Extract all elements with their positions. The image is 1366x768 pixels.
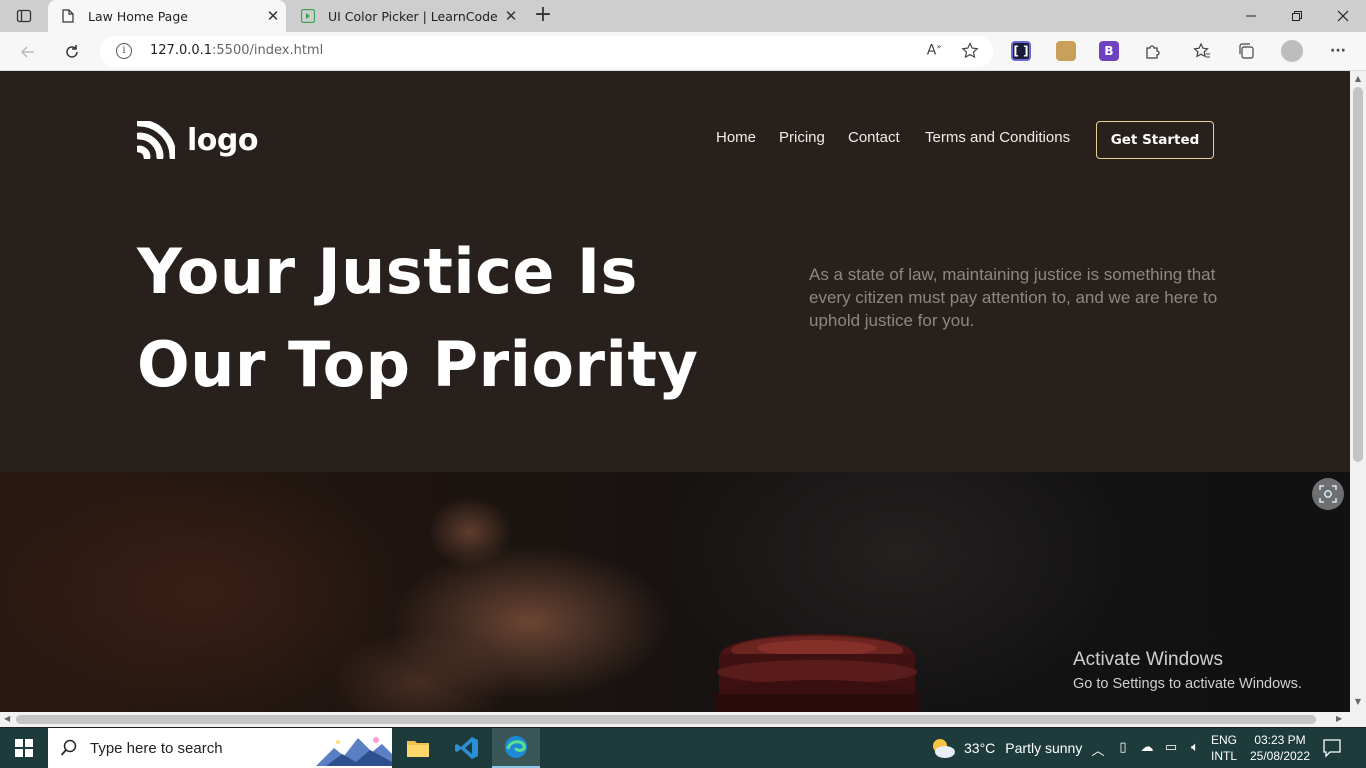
site-info-icon[interactable]: i [116, 43, 132, 59]
minimize-icon [1246, 15, 1256, 17]
hero-section: logo Home Pricing Contact Terms and Cond… [0, 71, 1350, 472]
tab-title: Law Home Page [88, 8, 188, 24]
address-bar[interactable]: i 127.0.0.1:5500/index.html A» [100, 36, 993, 67]
nav-home[interactable]: Home [716, 129, 756, 146]
volume-icon[interactable]: 🔈︎ [1186, 740, 1204, 755]
notification-icon [1323, 739, 1341, 758]
notifications-button[interactable] [1322, 738, 1342, 758]
activate-windows-watermark: Activate Windows Go to Settings to activ… [1073, 649, 1302, 692]
system-clock[interactable]: 03:23 PM 25/08/2022 [1246, 732, 1314, 764]
gavel-image [715, 634, 919, 712]
visual-search-button[interactable] [1312, 478, 1344, 510]
site-logo[interactable]: logo [137, 121, 258, 159]
get-started-button[interactable]: Get Started [1096, 121, 1214, 159]
hero-headline: Your Justice Is Our Top Priority [137, 225, 777, 411]
scroll-up-icon[interactable]: ▲ [1353, 74, 1363, 84]
minimize-button[interactable] [1228, 0, 1274, 32]
read-aloud-icon[interactable]: A» [922, 42, 946, 62]
extension-bracket-icon[interactable]: [ ] [1011, 41, 1031, 61]
tab-law-home-page[interactable]: Law Home Page ✕ [48, 0, 286, 32]
vertical-scrollbar[interactable]: ▲ ▼ [1350, 71, 1366, 712]
scroll-right-icon[interactable]: ▶ [1336, 714, 1346, 723]
page-icon [60, 8, 76, 24]
learncodeonline-icon [300, 8, 316, 24]
url-host: 127.0.0.1 [150, 43, 213, 58]
lang-line-1: ENG [1211, 733, 1238, 747]
watermark-title: Activate Windows [1073, 649, 1223, 670]
show-hidden-icons-chevron-icon[interactable]: ︿ [1089, 740, 1107, 759]
tab-title: UI Color Picker | LearnCodeOnline [328, 8, 498, 24]
close-icon [1337, 10, 1349, 22]
favorites-icon[interactable] [1192, 41, 1212, 61]
file-explorer-button[interactable] [394, 728, 442, 768]
nav-terms[interactable]: Terms and Conditions [925, 129, 1070, 146]
windows-taskbar: Type here to search 33°C Partly sunny ︿ … [0, 728, 1366, 768]
vertical-scroll-thumb[interactable] [1353, 87, 1363, 462]
tab-strip: Law Home Page ✕ UI Color Picker | LearnC… [0, 0, 1366, 32]
weather-text: Partly sunny [1005, 740, 1083, 756]
clock-date: 25/08/2022 [1249, 749, 1311, 763]
logo-text: logo [187, 122, 258, 158]
start-button[interactable] [0, 728, 48, 768]
vscode-button[interactable] [443, 728, 491, 768]
folder-icon [407, 741, 429, 757]
extension-bootstrap-icon[interactable]: B [1099, 41, 1119, 61]
extensions-puzzle-icon[interactable] [1143, 41, 1163, 61]
taskbar-search-box[interactable]: Type here to search [48, 728, 392, 768]
url-text: 127.0.0.1:5500/index.html [150, 43, 323, 58]
input-language[interactable]: ENG INTL [1211, 732, 1237, 764]
tab-actions-button[interactable] [0, 0, 48, 32]
device-icon[interactable]: ▯ [1114, 740, 1132, 755]
restore-button[interactable] [1274, 0, 1320, 32]
horizontal-scrollbar[interactable]: ◀ ▶ [0, 712, 1350, 727]
reload-icon [66, 45, 78, 58]
network-icon[interactable]: ▭ [1162, 740, 1180, 755]
scroll-down-icon[interactable]: ▼ [1353, 697, 1363, 707]
collections-icon[interactable] [1236, 41, 1256, 61]
horizontal-scroll-thumb[interactable] [16, 715, 1316, 724]
page-viewport: logo Home Pricing Contact Terms and Cond… [0, 71, 1350, 712]
headline-line-1: Your Justice Is [137, 235, 638, 308]
clock-time: 03:23 PM [1254, 733, 1306, 747]
weather-widget[interactable]: 33°C Partly sunny [930, 728, 1082, 768]
nav-contact[interactable]: Contact [848, 129, 900, 146]
lang-line-2: INTL [1211, 749, 1238, 763]
windows-logo-icon [15, 739, 33, 757]
search-placeholder: Type here to search [90, 739, 223, 757]
tab-ui-color-picker[interactable]: UI Color Picker | LearnCodeOnline ✕ [288, 0, 524, 32]
gavel-photo: Activate Windows Go to Settings to activ… [0, 472, 1350, 712]
scroll-left-icon[interactable]: ◀ [4, 714, 14, 723]
back-arrow-icon [20, 46, 34, 58]
nav-pricing[interactable]: Pricing [779, 129, 825, 146]
edge-icon [505, 736, 527, 758]
url-path: :5500/index.html [212, 43, 324, 58]
headline-line-2: Our Top Priority [137, 328, 699, 401]
hero-subcopy: As a state of law, maintaining justice i… [809, 265, 1218, 330]
browser-toolbar: i 127.0.0.1:5500/index.html A» [ ] B ··· [0, 32, 1366, 71]
search-highlight-icon [316, 737, 392, 766]
visual-search-icon [1319, 485, 1337, 503]
close-tab-icon[interactable]: ✕ [260, 7, 286, 25]
back-button[interactable] [14, 38, 42, 66]
extension-color-icon[interactable] [1056, 41, 1076, 61]
search-icon [60, 739, 77, 756]
rss-logo-icon [137, 121, 175, 159]
onedrive-cloud-icon[interactable]: ☁ [1138, 740, 1156, 755]
close-tab-icon[interactable]: ✕ [498, 7, 524, 25]
watermark-subtitle: Go to Settings to activate Windows. [1073, 676, 1302, 692]
weather-temp: 33°C [964, 740, 996, 756]
partly-sunny-icon [933, 739, 955, 758]
profile-avatar-icon[interactable] [1281, 40, 1303, 62]
edge-browser-button[interactable] [492, 728, 540, 768]
vscode-icon [455, 737, 478, 759]
more-options-icon[interactable]: ··· [1328, 41, 1348, 61]
restore-icon [1292, 11, 1302, 21]
scrollbar-corner [1350, 712, 1366, 727]
close-window-button[interactable] [1320, 0, 1366, 32]
tab-actions-icon [16, 9, 32, 23]
add-favorite-icon[interactable] [958, 42, 982, 62]
new-tab-button[interactable]: + [530, 4, 556, 28]
reload-button[interactable] [58, 38, 86, 66]
